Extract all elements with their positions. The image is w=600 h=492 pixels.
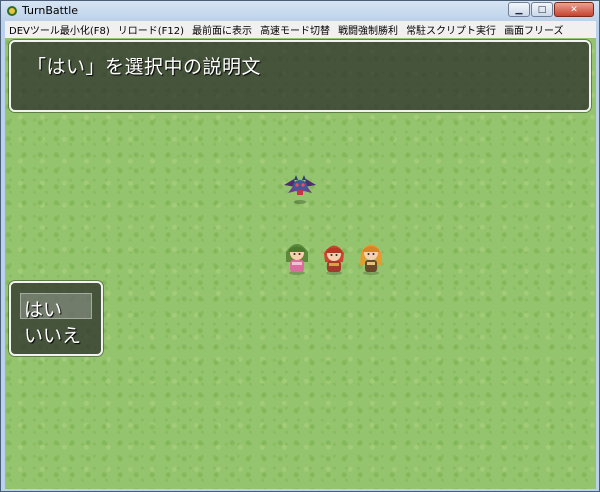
menu-item-reload[interactable]: リロード(F12) (114, 22, 188, 37)
menu-item-always-on-top[interactable]: 最前面に表示 (188, 22, 256, 37)
maximize-icon[interactable]: □ (531, 2, 553, 17)
menu-item-run-script[interactable]: 常駐スクリプト実行 (402, 22, 500, 37)
red-hair-actor-icon[interactable] (320, 238, 348, 276)
title-bar[interactable]: TurnBattle ▁ □ ✕ (1, 1, 599, 21)
game-canvas[interactable]: 「はい」を選択中の説明文 はい いいえ (5, 38, 596, 489)
menu-item-dev-tools[interactable]: DEVツール最小化(F8) (5, 22, 114, 37)
minimize-icon[interactable]: ▁ (508, 2, 530, 17)
choice-no[interactable]: いいえ (24, 321, 81, 348)
menu-bar: DEVツール最小化(F8) リロード(F12) 最前面に表示 高速モード切替 戦… (5, 21, 596, 38)
green-hair-actor-icon[interactable] (282, 238, 312, 276)
menu-item-force-win[interactable]: 戦闘強制勝利 (334, 22, 402, 37)
help-window: 「はい」を選択中の説明文 (9, 40, 591, 112)
help-text: 「はい」を選択中の説明文 (27, 56, 262, 78)
app-icon (7, 6, 17, 16)
close-icon[interactable]: ✕ (554, 2, 594, 17)
menu-item-fast-mode[interactable]: 高速モード切替 (256, 22, 334, 37)
menu-item-freeze-screen[interactable]: 画面フリーズ (500, 22, 568, 37)
window-controls: ▁ □ ✕ (507, 2, 594, 18)
app-window: TurnBattle ▁ □ ✕ DEVツール最小化(F8) リロード(F12)… (0, 0, 600, 492)
choice-window: はい いいえ (9, 281, 103, 356)
window-title: TurnBattle (22, 4, 79, 17)
choice-yes[interactable]: はい (24, 295, 62, 322)
orange-hair-actor-icon[interactable] (356, 238, 386, 276)
winged-demon-enemy-icon[interactable] (282, 171, 318, 205)
